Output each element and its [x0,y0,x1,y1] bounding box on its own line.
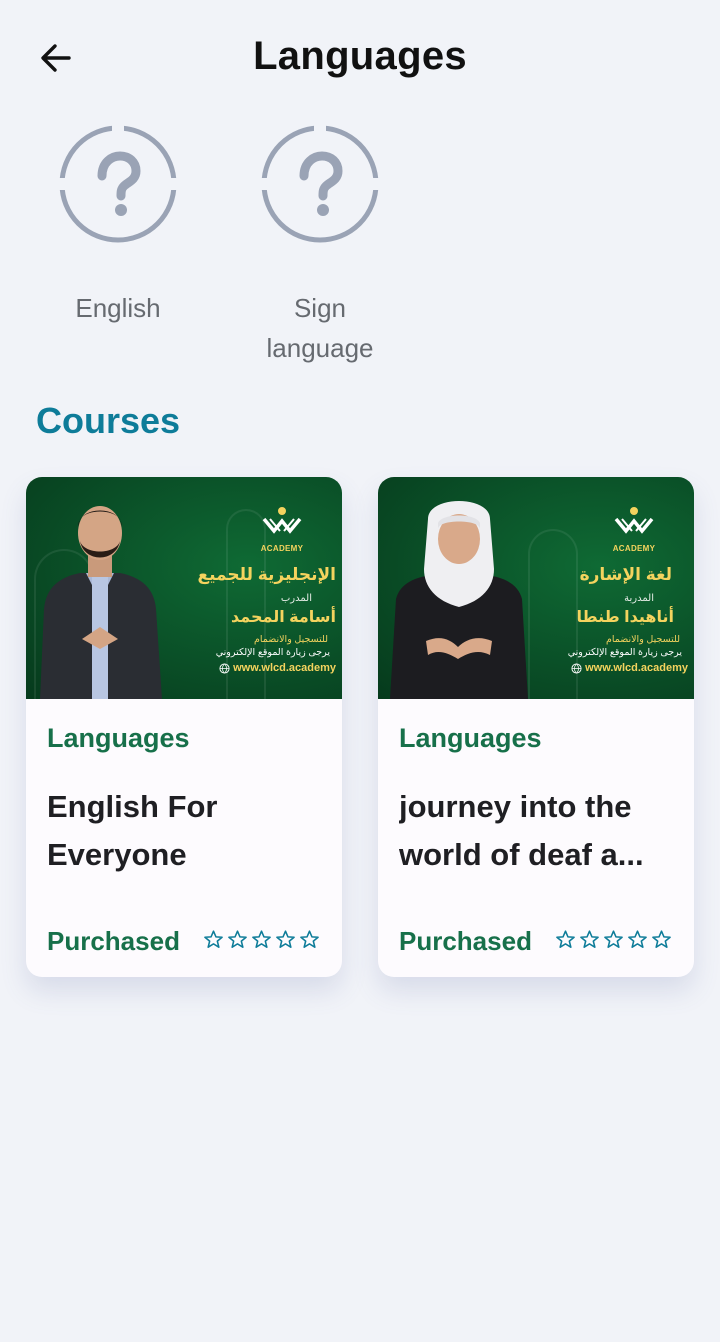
category-label: Sign language [266,293,374,363]
thumbnail-website: www.wlcd.academy [219,662,336,674]
thumbnail-instructor: أسامة المحمد [231,609,336,626]
course-category: Languages [47,723,190,753]
thumbnail-instructor: أناهيدا طنطا [576,609,675,626]
category-english[interactable]: English [38,118,198,364]
question-circle-icon [56,122,180,243]
category-label: English [75,293,161,323]
star-outline-icon [579,929,600,950]
course-thumbnail: ACADEMY لغة الإشارة المدربة أناهيدا طنطا… [378,477,694,699]
course-category: Languages [399,723,542,753]
star-outline-icon [227,929,248,950]
instructor-photo [40,506,162,699]
course-status: Purchased [47,926,180,956]
star-outline-icon [651,929,672,950]
star-outline-icon [251,929,272,950]
thumbnail-line: للتسجيل والانضمام [253,634,328,645]
academy-logo: ACADEMY [612,507,656,553]
instructor-photo [390,501,528,699]
page-title: Languages [253,34,467,78]
star-outline-icon [603,929,624,950]
question-circle-icon [258,122,382,243]
thumbnail-line: للتسجيل والانضمام [605,634,680,645]
course-card[interactable]: ACADEMY الإنجليزية للجميع المدرب أسامة ا… [26,477,342,977]
thumbnail-role: المدربة [624,593,654,604]
rating-stars [203,929,320,950]
thumbnail-role: المدرب [280,593,312,604]
globe-icon [571,662,582,674]
star-outline-icon [203,929,224,950]
thumbnail-website: www.wlcd.academy [571,662,688,674]
course-title: English For Everyone [47,789,218,872]
thumbnail-title: لغة الإشارة [579,565,672,584]
academy-logo: ACADEMY [260,507,304,553]
star-outline-icon [275,929,296,950]
course-card[interactable]: ACADEMY لغة الإشارة المدربة أناهيدا طنطا… [378,477,694,977]
course-title: journey into the world of deaf a... [399,789,644,872]
star-outline-icon [555,929,576,950]
course-status: Purchased [399,926,532,956]
star-outline-icon [299,929,320,950]
category-sign-language[interactable]: Sign language [240,118,400,364]
course-thumbnail: ACADEMY الإنجليزية للجميع المدرب أسامة ا… [26,477,342,699]
thumbnail-line: يرجى زيارة الموقع الإلكتروني [215,647,330,658]
star-outline-icon [627,929,648,950]
app-header: Languages [0,0,720,118]
category-list: English Sign language [0,118,720,368]
thumbnail-title: الإنجليزية للجميع [197,565,336,584]
globe-icon [219,662,230,674]
rating-stars [555,929,672,950]
courses-heading: Courses [36,400,181,441]
thumbnail-line: يرجى زيارة الموقع الإلكتروني [567,647,682,658]
